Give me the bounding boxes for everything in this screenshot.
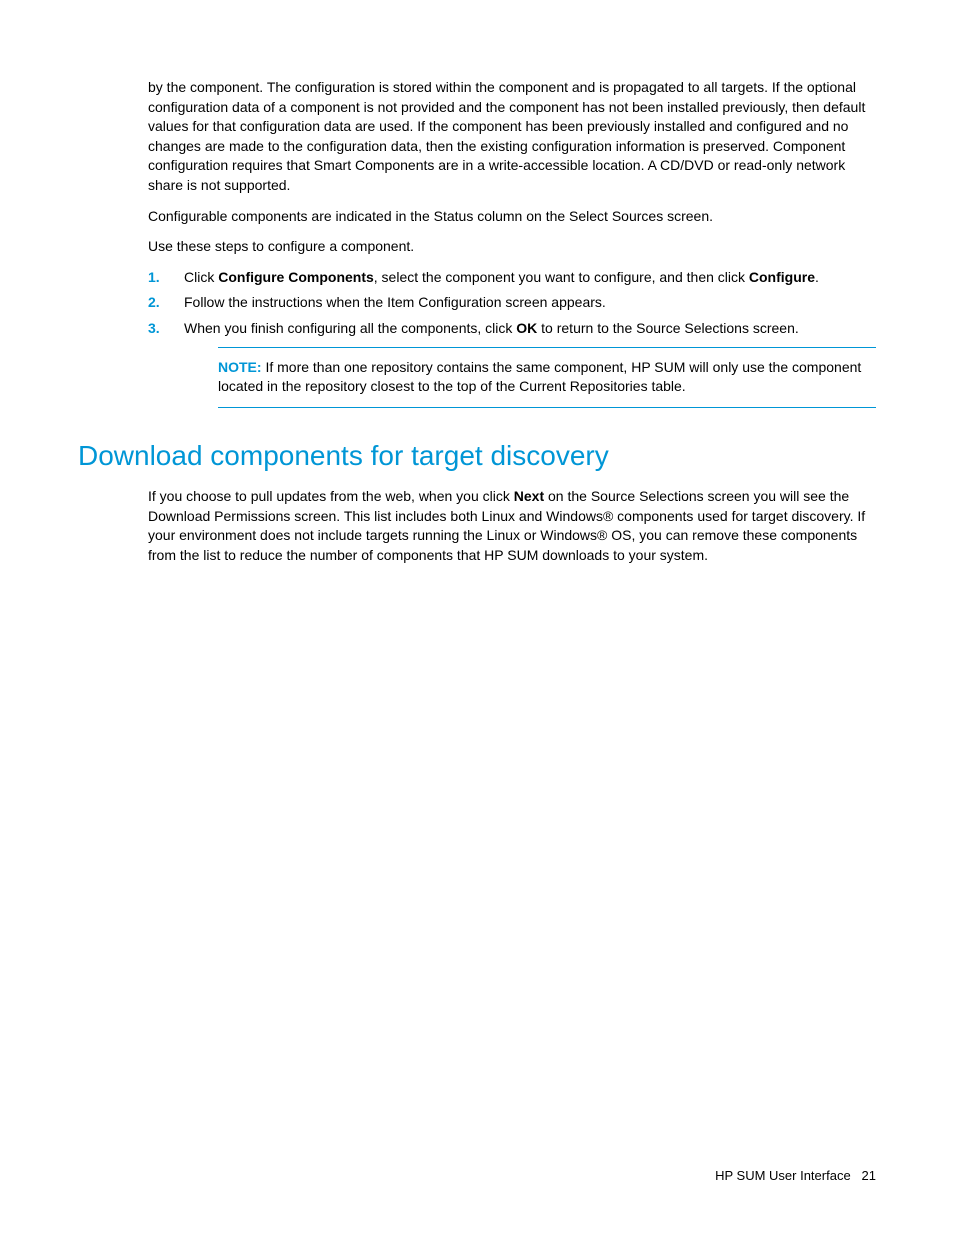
- step-text-pre: When you finish configuring all the comp…: [184, 320, 516, 336]
- footer-page-number: 21: [862, 1168, 876, 1183]
- paragraph-2: Configurable components are indicated in…: [148, 207, 876, 227]
- note-text: If more than one repository contains the…: [218, 359, 861, 395]
- page-content: by the component. The configuration is s…: [148, 78, 876, 565]
- step-bold-2: Configure: [749, 269, 815, 285]
- step-text: Follow the instructions when the Item Co…: [184, 294, 606, 310]
- note-label: NOTE:: [218, 359, 262, 375]
- steps-list: 1. Click Configure Components, select th…: [148, 268, 876, 339]
- step-number: 3.: [148, 319, 160, 339]
- paragraph-3: Use these steps to configure a component…: [148, 237, 876, 257]
- section-heading: Download components for target discovery: [78, 436, 876, 475]
- step-text-pre: Click: [184, 269, 218, 285]
- section-bold-1: Next: [514, 488, 544, 504]
- footer-title: HP SUM User Interface: [715, 1168, 851, 1183]
- step-2: 2. Follow the instructions when the Item…: [148, 293, 876, 313]
- step-text-post: .: [815, 269, 819, 285]
- step-3: 3. When you finish configuring all the c…: [148, 319, 876, 339]
- section-paragraph: If you choose to pull updates from the w…: [148, 487, 876, 565]
- step-text-mid: , select the component you want to confi…: [374, 269, 749, 285]
- step-number: 2.: [148, 293, 160, 313]
- intro-paragraph: by the component. The configuration is s…: [148, 78, 876, 196]
- note-box: NOTE: If more than one repository contai…: [218, 347, 876, 408]
- section-text-pre: If you choose to pull updates from the w…: [148, 488, 514, 504]
- page-footer: HP SUM User Interface 21: [715, 1167, 876, 1185]
- step-bold-1: OK: [516, 320, 537, 336]
- step-bold-1: Configure Components: [218, 269, 374, 285]
- step-1: 1. Click Configure Components, select th…: [148, 268, 876, 288]
- step-text-post: to return to the Source Selections scree…: [537, 320, 798, 336]
- step-number: 1.: [148, 268, 160, 288]
